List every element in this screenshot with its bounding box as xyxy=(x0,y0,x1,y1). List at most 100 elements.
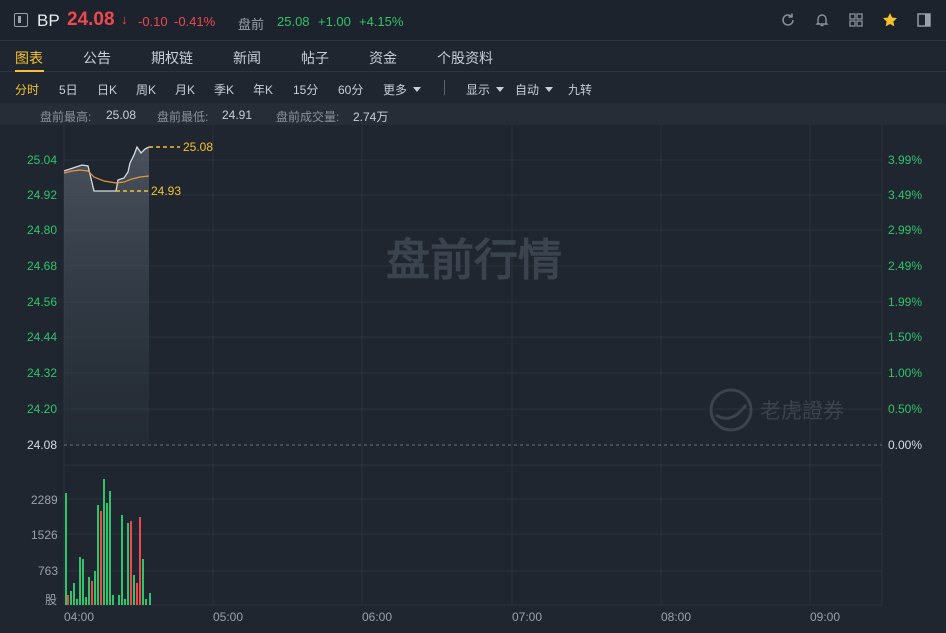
pct-tick: 1.50% xyxy=(888,330,922,344)
premarket-volume-value: 2.74万 xyxy=(353,110,389,124)
tab-news[interactable]: 新闻 xyxy=(233,48,261,68)
price-tick: 24.44 xyxy=(27,330,57,344)
volume-unit: 股 xyxy=(45,593,57,607)
period-5day[interactable]: 5日 xyxy=(59,81,78,98)
premarket-stats: 盘前最高: 25.08 盘前最低: 24.91 盘前成交量: 2.74万 xyxy=(0,103,946,125)
premarket-volume-label: 盘前成交量: xyxy=(276,110,340,124)
volume-bar xyxy=(133,575,135,605)
volume-tick: 2289 xyxy=(31,493,58,507)
period-more-dropdown[interactable]: 更多 xyxy=(383,81,422,98)
pct-tick: 3.49% xyxy=(888,188,922,202)
tab-announcements[interactable]: 公告 xyxy=(83,48,111,68)
price-axis: 25.04 24.92 24.80 24.68 24.56 24.44 24.3… xyxy=(27,153,57,452)
time-axis: 04:00 05:00 06:00 07:00 08:00 09:00 xyxy=(64,610,840,624)
stock-symbol: BP xyxy=(37,11,60,30)
tiger-logo-icon xyxy=(709,388,753,432)
last-price: 24.08 xyxy=(67,9,115,30)
volume-bar xyxy=(79,557,81,605)
period-daily[interactable]: 日K xyxy=(97,81,117,98)
pct-tick: 2.99% xyxy=(888,223,922,237)
period-60min[interactable]: 60分 xyxy=(338,81,363,98)
pct-tick: 1.99% xyxy=(888,295,922,309)
volume-bar xyxy=(85,597,87,605)
brand-watermark: 老虎證券 xyxy=(760,400,844,423)
period-yearly[interactable]: 年K xyxy=(253,81,273,98)
price-tick: 24.08 xyxy=(27,438,57,452)
volume-bar xyxy=(118,595,120,605)
volume-bars xyxy=(65,479,151,605)
price-tick: 24.32 xyxy=(27,366,57,380)
volume-bar xyxy=(97,505,99,605)
volume-bar xyxy=(91,581,93,605)
premarket-price: 25.08 xyxy=(277,14,310,29)
time-tick: 07:00 xyxy=(512,610,542,624)
price-tick: 24.20 xyxy=(27,402,57,416)
panel-icon[interactable] xyxy=(916,12,932,28)
grid-icon[interactable] xyxy=(848,12,864,28)
intraday-chart[interactable]: 盘前行情 老虎證券 25.08 24.93 25.04 24.92 24.80 … xyxy=(0,125,946,633)
period-monthly[interactable]: 月K xyxy=(175,81,195,98)
time-tick: 05:00 xyxy=(213,610,243,624)
auto-label: 自动 xyxy=(515,83,540,97)
time-tick: 04:00 xyxy=(64,610,94,624)
high-marker-label: 25.08 xyxy=(183,140,213,154)
premarket-low-value: 24.91 xyxy=(222,108,253,122)
period-quarterly[interactable]: 季K xyxy=(214,81,234,98)
premarket-change: +1.00 xyxy=(318,14,351,29)
tab-posts[interactable]: 帖子 xyxy=(301,48,329,68)
volume-axis: 2289 1526 763 股 xyxy=(31,493,58,607)
nine-turn-button[interactable]: 九转 xyxy=(568,81,592,98)
pct-tick: 0.50% xyxy=(888,402,922,416)
price-area xyxy=(64,147,149,445)
volume-bar xyxy=(127,523,129,605)
pct-tick: 2.49% xyxy=(888,259,922,273)
low-marker-label: 24.93 xyxy=(151,184,181,198)
bell-icon[interactable] xyxy=(814,12,830,28)
time-tick: 09:00 xyxy=(810,610,840,624)
volume-bar xyxy=(65,493,67,605)
volume-bar xyxy=(139,517,141,605)
price-tick: 24.56 xyxy=(27,295,57,309)
volume-tick: 763 xyxy=(38,564,58,578)
tab-options-chain[interactable]: 期权链 xyxy=(151,48,193,68)
sidebar-toggle-icon[interactable] xyxy=(14,13,28,27)
volume-bar xyxy=(106,503,108,605)
auto-dropdown[interactable]: 自动 xyxy=(515,81,554,98)
active-tab-indicator xyxy=(15,70,44,72)
pct-tick: 0.00% xyxy=(888,438,922,452)
display-dropdown[interactable]: 显示 xyxy=(466,81,505,98)
price-change: -0.10 xyxy=(138,14,168,29)
volume-bar xyxy=(121,515,123,605)
price-tick: 24.92 xyxy=(27,188,57,202)
tab-capital[interactable]: 资金 xyxy=(369,48,397,68)
main-tabs: 图表 公告 期权链 新闻 帖子 资金 个股资料 xyxy=(0,41,946,72)
period-weekly[interactable]: 周K xyxy=(136,81,156,98)
period-intraday[interactable]: 分时 xyxy=(15,81,39,98)
chart-grid xyxy=(63,125,883,606)
chevron-down-icon xyxy=(496,87,505,92)
price-tick: 25.04 xyxy=(27,153,57,167)
more-label: 更多 xyxy=(383,83,408,97)
premarket-high-label: 盘前最高: xyxy=(40,110,92,124)
price-change-pct: -0.41% xyxy=(174,14,216,29)
time-tick: 06:00 xyxy=(362,610,392,624)
period-bar: 分时 5日 日K 周K 月K 季K 年K 15分 60分 更多 显示 自动 九转 xyxy=(0,73,946,102)
premarket-label: 盘前 xyxy=(238,17,265,32)
price-tick: 24.80 xyxy=(27,223,57,237)
volume-bar xyxy=(130,521,132,605)
volume-bar xyxy=(124,599,126,605)
volume-bar xyxy=(76,599,78,605)
period-15min[interactable]: 15分 xyxy=(293,81,318,98)
tab-chart[interactable]: 图表 xyxy=(15,48,43,68)
toolbar-divider xyxy=(444,80,445,95)
pct-axis: 3.99% 3.49% 2.99% 2.49% 1.99% 1.50% 1.00… xyxy=(888,153,922,452)
tab-profile[interactable]: 个股资料 xyxy=(437,48,493,68)
refresh-icon[interactable] xyxy=(780,12,796,28)
volume-bar xyxy=(94,571,96,605)
volume-bar xyxy=(149,593,151,605)
star-icon[interactable] xyxy=(882,12,898,28)
volume-bar xyxy=(145,599,147,605)
pct-tick: 1.00% xyxy=(888,366,922,380)
premarket-high-value: 25.08 xyxy=(106,108,137,122)
chart-canvas[interactable]: 盘前行情 老虎證券 25.08 24.93 25.04 24.92 24.80 … xyxy=(0,125,946,633)
